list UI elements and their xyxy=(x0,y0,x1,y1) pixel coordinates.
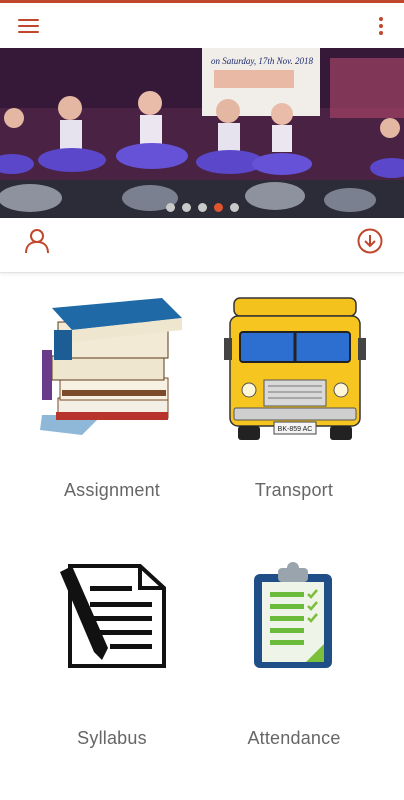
license-plate-text: BK-859 AC xyxy=(278,426,313,433)
carousel-dot[interactable] xyxy=(181,203,191,212)
carousel-indicators xyxy=(0,203,404,212)
user-icon[interactable] xyxy=(25,228,49,254)
action-row xyxy=(0,218,404,273)
banner-carousel[interactable]: on Saturday, 17th Nov. 2018 xyxy=(0,48,404,218)
school-bus-icon: BK-859 AC xyxy=(224,297,366,440)
banner-photo: on Saturday, 17th Nov. 2018 xyxy=(0,48,404,218)
carousel-dot[interactable] xyxy=(165,203,175,212)
books-icon xyxy=(40,298,182,435)
document-pen-icon xyxy=(60,564,166,668)
overflow-menu-icon[interactable] xyxy=(376,16,386,36)
carousel-dot-active[interactable] xyxy=(213,203,223,212)
hamburger-menu-icon[interactable] xyxy=(18,18,40,34)
tile-label: Assignment xyxy=(63,480,161,500)
carousel-dot[interactable] xyxy=(229,203,239,212)
banner-text: on Saturday, 17th Nov. 2018 xyxy=(211,56,313,66)
carousel-dot[interactable] xyxy=(197,203,207,212)
clipboard-checklist-icon xyxy=(254,562,332,668)
tile-label: Attendance xyxy=(247,728,341,748)
app-bar xyxy=(0,3,404,48)
tile-label: Transport xyxy=(254,480,334,500)
tile-label: Syllabus xyxy=(77,728,147,748)
download-circle-icon[interactable] xyxy=(357,228,383,254)
